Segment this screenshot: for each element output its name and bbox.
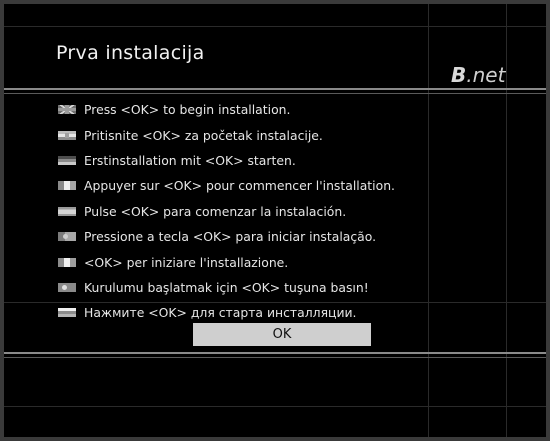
background-grid-line [4,26,546,27]
list-item: Press <OK> to begin installation. [58,97,478,122]
message-text: <OK> per iniziare l'installazione. [84,254,289,270]
list-item: Appuyer sur <OK> pour commencer l'instal… [58,173,478,198]
croatia-flag-icon [58,130,76,140]
portugal-flag-icon [58,232,76,242]
footer-separator [4,352,546,354]
list-item: Pulse <OK> para comenzar la instalación. [58,199,478,224]
ok-button[interactable]: OK [193,323,371,346]
background-grid-line [4,406,546,407]
message-text: Erstinstallation mit <OK> starten. [84,152,296,168]
header-separator [4,88,546,90]
france-flag-icon [58,181,76,191]
brand-logo: B.net [451,63,506,87]
message-text: Pritisnite <OK> za početak instalacije. [84,127,323,143]
list-item: <OK> per iniziare l'installazione. [58,249,478,274]
footer-separator-shadow [4,357,546,358]
message-text: Нажмите <OK> для старта инсталляции. [84,305,357,321]
language-message-list: Press <OK> to begin installation. Pritis… [58,97,478,326]
uk-flag-icon [58,105,76,115]
page-title: Prva instalacija [56,42,205,64]
turkey-flag-icon [58,282,76,292]
list-item: Нажмите <OK> для старта инсталляции. [58,300,478,325]
list-item: Erstinstallation mit <OK> starten. [58,148,478,173]
list-item: Kurulumu başlatmak için <OK> tuşuna bası… [58,275,478,300]
message-text: Appuyer sur <OK> pour commencer l'instal… [84,178,395,194]
germany-flag-icon [58,155,76,165]
message-text: Press <OK> to begin installation. [84,102,291,118]
italy-flag-icon [58,257,76,267]
list-item: Pritisnite <OK> za početak instalacije. [58,122,478,147]
message-text: Pressione a tecla <OK> para iniciar inst… [84,229,377,245]
header-separator-shadow [4,93,546,94]
russia-flag-icon [58,308,76,318]
message-text: Pulse <OK> para comenzar la instalación. [84,203,347,219]
list-item: Pressione a tecla <OK> para iniciar inst… [58,224,478,249]
background-grid-line [506,4,507,437]
spain-flag-icon [58,206,76,216]
message-text: Kurulumu başlatmak için <OK> tuşuna bası… [84,279,369,295]
